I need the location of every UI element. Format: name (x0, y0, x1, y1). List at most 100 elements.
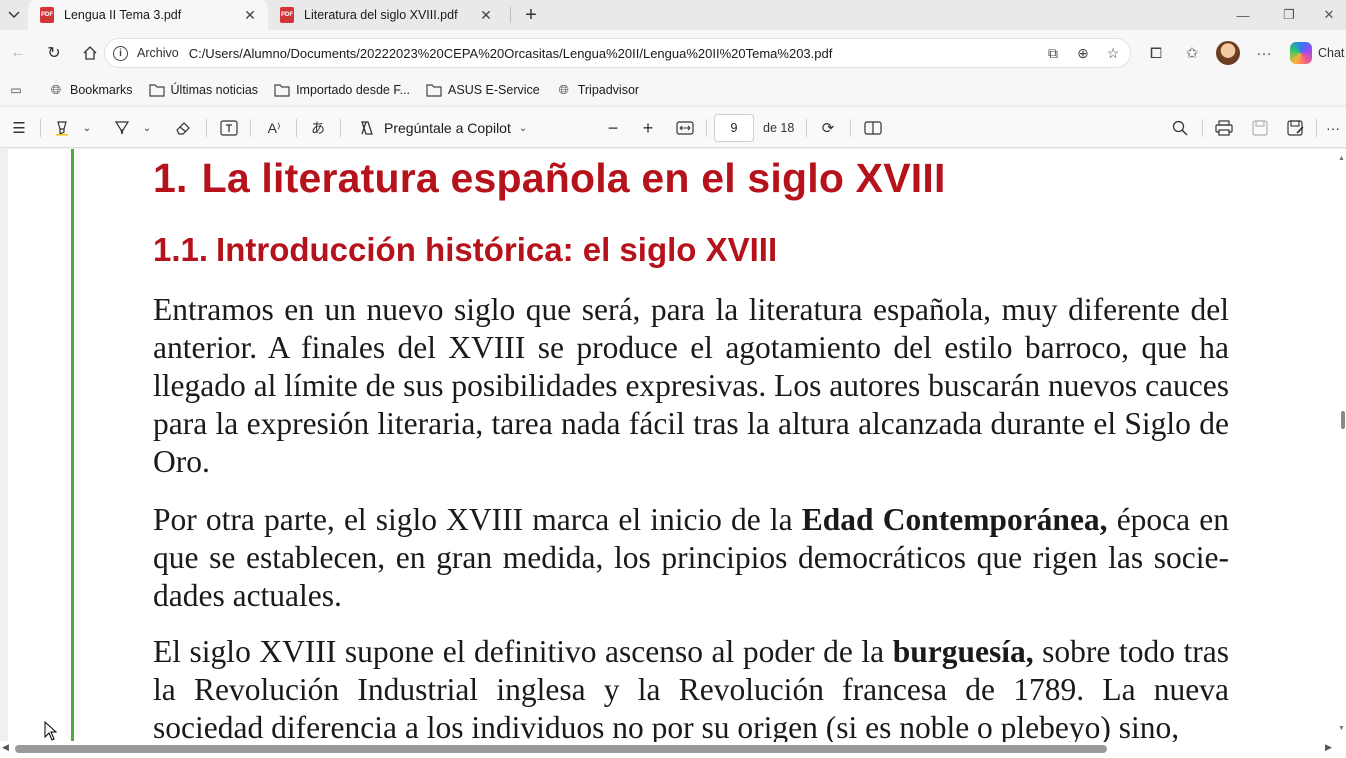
zoom-icon[interactable]: ⊕ (1072, 42, 1094, 64)
print-icon[interactable] (1213, 117, 1235, 139)
arrow-left-icon: ← (10, 44, 26, 61)
info-icon[interactable]: i (113, 45, 128, 61)
tab-title: Literatura del siglo XVIII.pdf (304, 8, 458, 22)
margin-rule (71, 149, 74, 741)
paragraph-text: El siglo XVIII supone el definitivo asce… (153, 634, 893, 669)
section-title: La literatura española en el siglo XVIII (201, 155, 946, 201)
rotate-icon[interactable]: ⟳ (817, 117, 839, 139)
search-icon[interactable] (1169, 117, 1191, 139)
tab-lengua-ii-tema-3[interactable]: PDF Lengua II Tema 3.pdf ✕ (28, 0, 268, 30)
tab-divider (510, 7, 511, 23)
scroll-up-icon[interactable]: ▲ (1338, 155, 1345, 162)
pdf-icon: PDF (280, 7, 294, 23)
bookmark-ultimas-noticias[interactable]: Últimas noticias (141, 78, 267, 102)
chevron-down-icon[interactable]: ⌄ (80, 117, 94, 139)
save-as-icon[interactable] (1285, 117, 1307, 139)
paragraph-text: Por otra parte, el siglo XVIII marca el … (153, 502, 802, 537)
star-icon[interactable]: ☆ (1102, 42, 1124, 64)
add-text-icon[interactable] (218, 117, 240, 139)
copilot-icon (1290, 42, 1312, 64)
chevron-down-icon (8, 11, 20, 18)
translate-icon[interactable]: あ (306, 117, 330, 139)
extensions-button[interactable]: ⧠ (1138, 38, 1174, 68)
draw-icon[interactable] (112, 117, 132, 139)
copilot-label: Chat (1318, 46, 1345, 60)
tab-strip: PDF Lengua II Tema 3.pdf ✕ PDF Literatur… (0, 0, 1346, 30)
subsection-number: 1.1. (153, 231, 209, 268)
scroll-down-icon[interactable]: ▼ (1338, 725, 1345, 732)
zoom-in-icon[interactable]: + (637, 117, 659, 139)
contents-list-icon[interactable]: ☰ (8, 117, 30, 139)
bold-term: Edad Contemporánea, (801, 502, 1108, 537)
more-options-icon[interactable]: ··· (1322, 117, 1344, 139)
paragraph: Entramos en un nuevo siglo que será, par… (153, 292, 1229, 479)
vertical-scrollbar[interactable]: ▲ ▼ (1336, 149, 1346, 742)
toolbar-divider (850, 119, 851, 137)
fit-to-width-icon[interactable] (674, 117, 696, 139)
page-view-icon[interactable] (862, 117, 884, 139)
bold-term: burguesía, (892, 634, 1034, 669)
page-total-label: de 18 (763, 121, 795, 135)
pdf-icon: PDF (40, 7, 54, 23)
tab-title: Lengua II Tema 3.pdf (64, 8, 182, 22)
home-button[interactable] (72, 37, 108, 69)
copilot-page-icon[interactable]: ⧉ (1042, 42, 1064, 64)
close-window-button[interactable]: ✕ (1312, 0, 1346, 30)
tab-literatura-siglo-xviii[interactable]: PDF Literatura del siglo XVIII.pdf ✕ (268, 0, 504, 30)
bookmark-bookmarks[interactable]: 🌐︎ Bookmarks (40, 78, 141, 102)
horizontal-scrollbar[interactable]: ◀ ▶ (0, 742, 1336, 756)
mouse-pointer-icon (44, 721, 58, 741)
toolbar-divider (206, 119, 207, 137)
scroll-right-icon[interactable]: ▶ (1325, 742, 1332, 753)
scroll-left-icon[interactable]: ◀ (2, 742, 9, 753)
zoom-out-icon[interactable]: − (602, 117, 624, 139)
origin-label: Archivo (137, 46, 179, 60)
ask-copilot-button[interactable]: Pregúntale a Copilot ⌄ (352, 115, 533, 141)
copilot-chat-button[interactable]: Chat (1282, 42, 1344, 64)
pdf-document-viewport[interactable]: 1. La literatura española en el siglo XVI… (0, 149, 1346, 758)
globe-icon: 🌐︎ (558, 82, 569, 97)
restore-button[interactable]: ❐ (1266, 0, 1312, 30)
url-text[interactable]: C:/Users/Alumno/Documents/20222023%20CEP… (189, 46, 1042, 61)
eraser-icon[interactable] (173, 117, 193, 139)
toolbar-divider (806, 119, 807, 137)
vertical-scroll-thumb[interactable] (1341, 411, 1345, 429)
subsection-heading: 1.1. Introducción histórica: el siglo XVI… (153, 231, 777, 269)
toolbar-divider (340, 119, 341, 137)
bookmark-importado[interactable]: Importado desde F... (266, 78, 418, 102)
new-tab-button[interactable]: + (517, 0, 545, 30)
bookmarks-bar: ▭ 🌐︎ Bookmarks Últimas noticias Importad… (0, 76, 1346, 104)
back-button[interactable]: ← (0, 37, 36, 69)
bookmark-asus-eservice[interactable]: ASUS E-Service (418, 78, 548, 102)
subsection-title: Introducción histórica: el siglo XVIII (216, 231, 778, 268)
close-tab-icon[interactable]: ✕ (242, 7, 258, 23)
favorites-star-icon: ✩ (1185, 45, 1199, 62)
favorites-button[interactable]: ✩ (1174, 38, 1210, 68)
folder-icon (148, 82, 165, 98)
section-heading: 1. La literatura española en el siglo XVI… (153, 155, 946, 202)
toolbar-divider (250, 119, 251, 137)
settings-more-button[interactable]: ··· (1246, 38, 1282, 68)
highlight-icon[interactable] (52, 117, 72, 139)
paragraph: El siglo XVIII supone el definitivo asce… (153, 633, 1229, 747)
avatar[interactable] (1216, 41, 1240, 65)
tab-actions-menu-button[interactable] (0, 0, 28, 30)
puzzle-icon: ⧠ (1149, 44, 1162, 62)
close-tab-icon[interactable]: ✕ (478, 7, 494, 23)
home-icon (83, 46, 97, 60)
horizontal-scroll-thumb[interactable] (15, 745, 1107, 753)
plus-icon: + (525, 3, 537, 26)
chevron-down-icon[interactable]: ⌄ (140, 117, 154, 139)
minimize-button[interactable]: — (1220, 0, 1266, 30)
save-icon[interactable] (1249, 117, 1271, 139)
page-number-input[interactable] (714, 114, 754, 142)
toolbar-divider (296, 119, 297, 137)
page-gutter (0, 149, 8, 741)
bookmark-tripadvisor[interactable]: 🌐︎ Tripadvisor (548, 78, 647, 102)
toolbar-divider (40, 119, 41, 137)
reading-list-icon[interactable]: ▭ (6, 80, 26, 100)
toolbar-divider (706, 119, 707, 137)
refresh-button[interactable]: ↻ (36, 37, 72, 69)
read-aloud-icon[interactable]: A⁾ (262, 117, 286, 139)
address-bar[interactable]: i Archivo C:/Users/Alumno/Documents/2022… (104, 38, 1131, 68)
